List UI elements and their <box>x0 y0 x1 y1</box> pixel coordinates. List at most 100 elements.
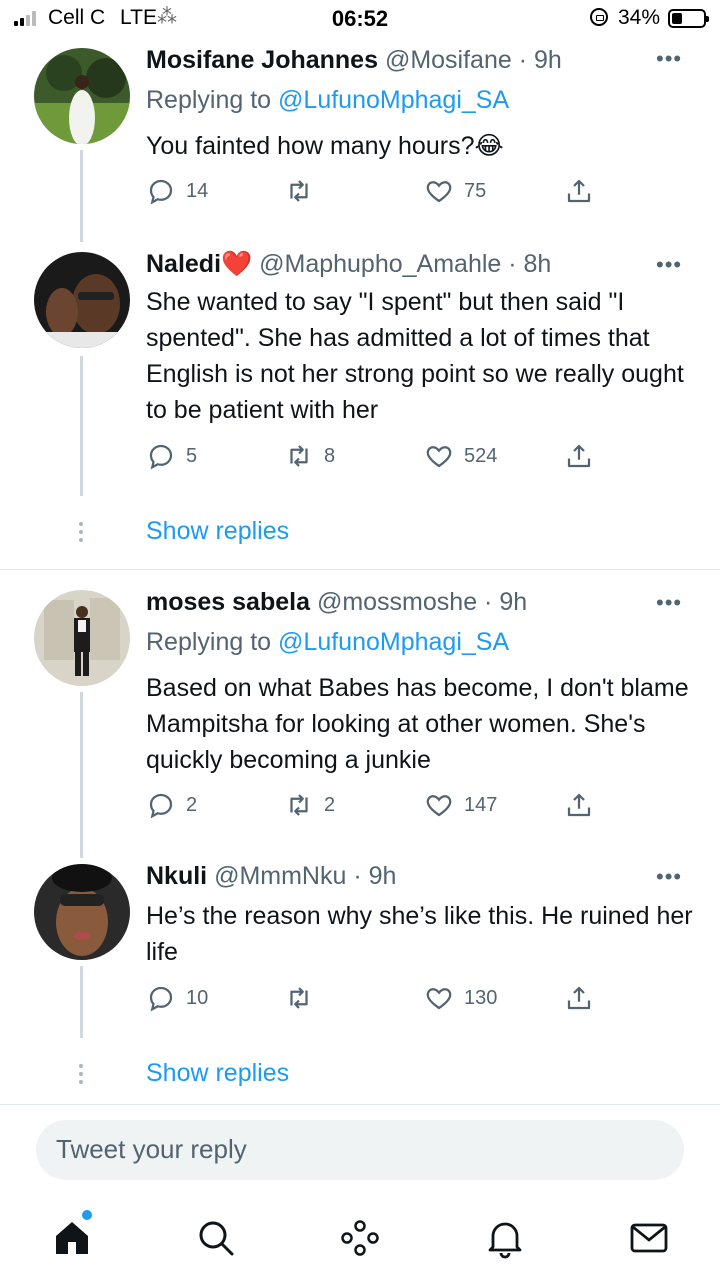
clock: 06:52 <box>331 6 389 31</box>
retweet-button[interactable] <box>284 983 324 1013</box>
mention-link[interactable]: @LufunoMphagi_SA <box>278 86 509 114</box>
retweet-icon <box>290 794 308 816</box>
reply-button[interactable]: 10 <box>146 983 208 1013</box>
show-replies-link[interactable]: Show replies <box>146 1059 289 1088</box>
rotation-lock-icon <box>590 8 608 26</box>
retweet-button[interactable]: 8 <box>284 441 335 471</box>
handle[interactable]: @Maphupho_Amahle <box>259 250 501 278</box>
tweet-text: Based on what Babes has become, I don't … <box>146 674 689 774</box>
more-options-icon[interactable]: ••• <box>656 590 682 616</box>
notifications-icon[interactable] <box>483 1216 527 1260</box>
retweet-count: 8 <box>324 444 336 467</box>
avatar[interactable] <box>34 590 130 686</box>
timestamp[interactable]: 9h <box>499 588 527 616</box>
replying-to: Replying to @LufunoMphagi_SA <box>146 86 509 115</box>
handle[interactable]: @mossmoshe <box>317 588 477 616</box>
like-button[interactable]: 75 <box>424 176 486 206</box>
tweet-actions: 14 75 <box>146 176 606 208</box>
tweet-header: moses sabela @mossmoshe · 9h <box>146 588 528 616</box>
retweet-icon <box>290 180 308 202</box>
share-button[interactable] <box>564 983 594 1013</box>
divider <box>0 569 720 570</box>
status-bar: Cell C LTE ⁂ 06:52 34% <box>0 0 720 36</box>
tweet-actions: 10 130 <box>146 983 606 1015</box>
tweet-actions: 5 8 524 <box>146 441 606 473</box>
heart-icon <box>426 988 452 1010</box>
thread-line <box>80 692 83 858</box>
display-name[interactable]: Mosifane Johannes <box>146 46 378 74</box>
display-name[interactable]: Naledi❤️ <box>146 250 252 278</box>
tweet-text: She wanted to say "I spent" but then sai… <box>146 288 684 424</box>
messages-icon[interactable] <box>627 1216 671 1260</box>
avatar[interactable] <box>34 864 130 960</box>
reply-button[interactable]: 14 <box>146 176 208 206</box>
new-content-dot <box>82 1210 92 1220</box>
tweet-header: Nkuli @MmmNku · 9h <box>146 862 397 890</box>
replying-to: Replying to @LufunoMphagi_SA <box>146 628 509 657</box>
like-count: 130 <box>464 986 498 1009</box>
battery-icon <box>668 9 709 28</box>
retweet-icon <box>290 445 308 467</box>
reply-placeholder: Tweet your reply <box>56 1134 247 1164</box>
tweet-header: Mosifane Johannes @Mosifane · 9h <box>146 46 562 74</box>
spaces-icon[interactable] <box>338 1216 382 1260</box>
avatar[interactable] <box>34 48 130 144</box>
reply-icon <box>149 444 173 470</box>
heart-icon <box>426 446 452 468</box>
mention-link[interactable]: @LufunoMphagi_SA <box>278 628 509 656</box>
display-name[interactable]: moses sabela <box>146 588 310 616</box>
tweet-text: You fainted how many hours?😂 <box>146 132 504 160</box>
timestamp[interactable]: 9h <box>369 862 397 890</box>
retweet-button[interactable] <box>284 176 324 206</box>
like-count: 524 <box>464 444 498 467</box>
avatar[interactable] <box>34 252 130 348</box>
timestamp[interactable]: 8h <box>524 250 552 278</box>
heart-icon <box>426 181 452 203</box>
show-replies-link[interactable]: Show replies <box>146 517 289 546</box>
like-count: 75 <box>464 179 487 202</box>
replying-prefix: Replying to <box>146 628 279 656</box>
share-button[interactable] <box>564 441 594 471</box>
reply-button[interactable]: 2 <box>146 790 197 820</box>
share-button[interactable] <box>564 176 594 206</box>
tweet-actions: 2 2 147 <box>146 790 606 822</box>
thread-line <box>80 356 83 496</box>
reply-icon <box>149 793 173 819</box>
display-name[interactable]: Nkuli <box>146 862 207 890</box>
share-icon <box>567 793 591 817</box>
bottom-nav <box>0 1200 720 1280</box>
share-button[interactable] <box>564 790 594 820</box>
handle[interactable]: @MmmNku <box>214 862 346 890</box>
retweet-count: 2 <box>324 793 336 816</box>
tweet-text: He’s the reason why she’s like this. He … <box>146 902 693 966</box>
retweet-icon <box>290 987 308 1009</box>
reply-icon <box>149 986 173 1012</box>
tweet-header: Naledi❤️ @Maphupho_Amahle · 8h <box>146 250 552 278</box>
reply-icon <box>149 179 173 205</box>
heart-icon <box>426 795 452 817</box>
divider <box>0 1104 720 1105</box>
handle[interactable]: @Mosifane <box>385 46 512 74</box>
more-options-icon[interactable]: ••• <box>656 46 682 72</box>
more-options-icon[interactable]: ••• <box>656 252 682 278</box>
share-icon <box>567 444 591 468</box>
home-icon[interactable] <box>50 1216 94 1260</box>
thread-dots <box>79 522 85 542</box>
like-button[interactable]: 130 <box>424 983 497 1013</box>
retweet-button[interactable]: 2 <box>284 790 335 820</box>
like-button[interactable]: 524 <box>424 441 497 471</box>
share-icon <box>567 986 591 1010</box>
reply-count: 5 <box>186 444 198 467</box>
reply-count: 14 <box>186 179 209 202</box>
more-options-icon[interactable]: ••• <box>656 864 682 890</box>
thread-line <box>80 966 83 1038</box>
reply-button[interactable]: 5 <box>146 441 197 471</box>
like-button[interactable]: 147 <box>424 790 497 820</box>
reply-count: 10 <box>186 986 209 1009</box>
share-icon <box>567 179 591 203</box>
reply-count: 2 <box>186 793 198 816</box>
timestamp[interactable]: 9h <box>534 46 562 74</box>
thread-line <box>80 150 83 242</box>
reply-input[interactable]: Tweet your reply <box>36 1120 684 1180</box>
search-icon[interactable] <box>194 1216 238 1260</box>
